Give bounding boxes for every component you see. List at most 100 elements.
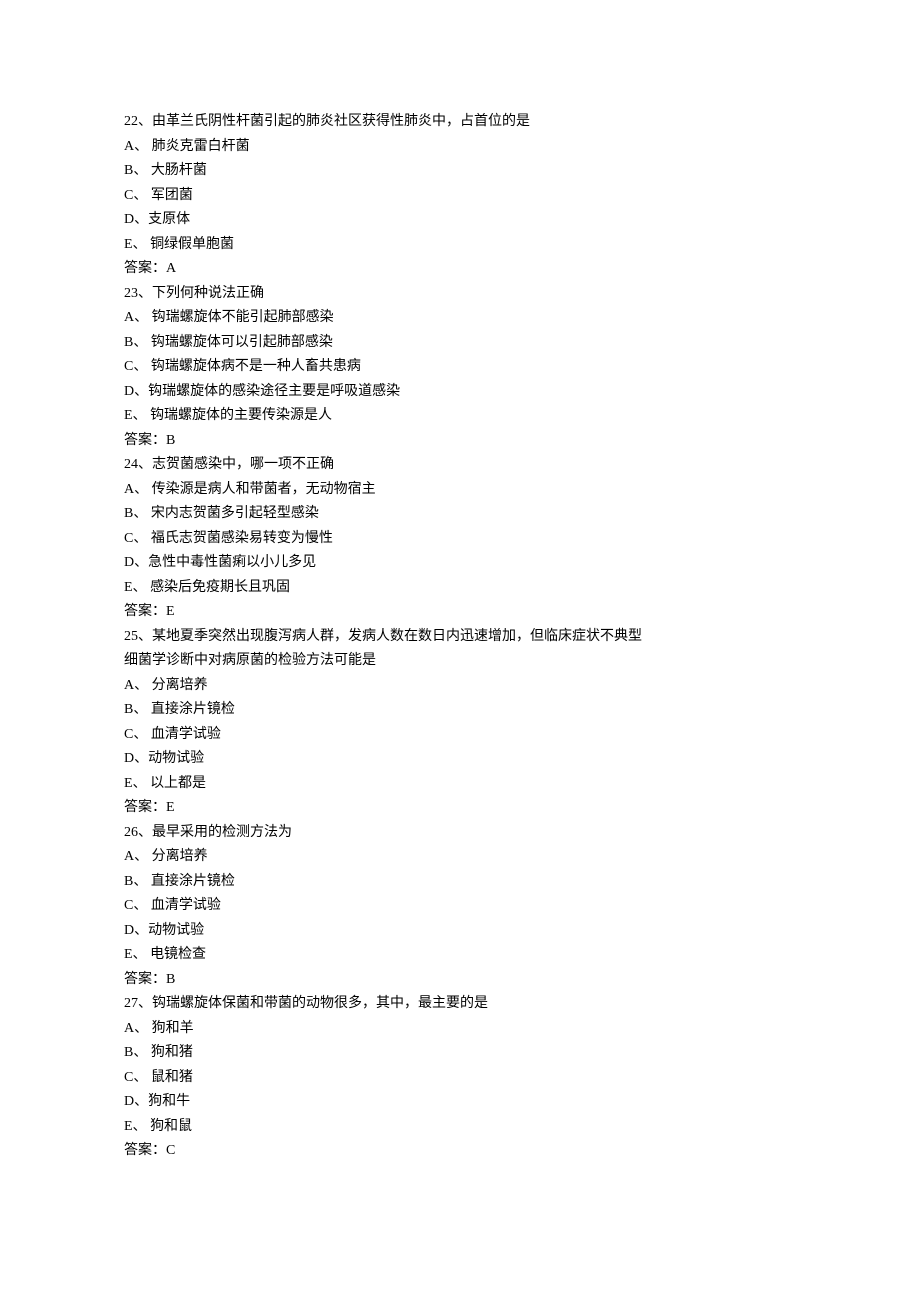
option-label: B、: [124, 1045, 151, 1060]
option-label: A、: [124, 139, 152, 154]
option-text: 以上都是: [150, 776, 206, 791]
option-c: C、 军团菌: [124, 184, 796, 209]
question-block: 26、最早采用的检测方法为 A、 分离培养 B、 直接涂片镜检 C、 血清学试验…: [124, 821, 796, 993]
option-label: E、: [124, 237, 150, 252]
question-block: 22、由革兰氏阴性杆菌引起的肺炎社区获得性肺炎中，占首位的是 A、 肺炎克雷白杆…: [124, 110, 796, 282]
answer-label: 答案：: [124, 604, 166, 619]
option-text: 狗和鼠: [150, 1119, 192, 1134]
option-text: 传染源是病人和带菌者，无动物宿主: [152, 482, 376, 497]
question-stem: 26、最早采用的检测方法为: [124, 821, 796, 846]
answer-value: E: [166, 800, 175, 815]
option-label: D、: [124, 555, 148, 570]
option-d: D、急性中毒性菌痢以小儿多见: [124, 551, 796, 576]
answer-value: E: [166, 604, 175, 619]
option-d: D、动物试验: [124, 747, 796, 772]
option-text: 电镜检查: [150, 947, 206, 962]
option-label: C、: [124, 188, 151, 203]
option-label: C、: [124, 727, 151, 742]
option-c: C、 钩瑞螺旋体病不是一种人畜共患病: [124, 355, 796, 380]
answer-label: 答案：: [124, 800, 166, 815]
option-b: B、 宋内志贺菌多引起轻型感染: [124, 502, 796, 527]
option-a: A、 狗和羊: [124, 1017, 796, 1042]
option-label: D、: [124, 1094, 148, 1109]
option-label: D、: [124, 212, 148, 227]
option-text: 肺炎克雷白杆菌: [152, 139, 250, 154]
option-c: C、 血清学试验: [124, 894, 796, 919]
option-text: 狗和羊: [152, 1021, 194, 1036]
option-b: B、 狗和猪: [124, 1041, 796, 1066]
question-stem: 24、志贺菌感染中，哪一项不正确: [124, 453, 796, 478]
option-label: A、: [124, 1021, 152, 1036]
option-text: 军团菌: [151, 188, 193, 203]
option-text: 大肠杆菌: [151, 163, 207, 178]
option-label: D、: [124, 384, 148, 399]
answer-value: B: [166, 433, 175, 448]
option-text: 血清学试验: [151, 727, 221, 742]
option-a: A、 分离培养: [124, 845, 796, 870]
question-stem: 25、某地夏季突然出现腹泻病人群，发病人数在数日内迅速增加，但临床症状不典型: [124, 625, 796, 650]
question-text-content: 下列何种说法正确: [152, 286, 264, 301]
option-label: A、: [124, 678, 152, 693]
option-text: 血清学试验: [151, 898, 221, 913]
option-label: A、: [124, 482, 152, 497]
option-text: 狗和猪: [151, 1045, 193, 1060]
answer-line: 答案：E: [124, 600, 796, 625]
option-text: 支原体: [148, 212, 190, 227]
option-d: D、动物试验: [124, 919, 796, 944]
option-e: E、 电镜检查: [124, 943, 796, 968]
question-number: 25、: [124, 629, 152, 644]
option-text: 狗和牛: [148, 1094, 190, 1109]
option-a: A、 传染源是病人和带菌者，无动物宿主: [124, 478, 796, 503]
answer-value: B: [166, 972, 175, 987]
question-stem: 27、钩瑞螺旋体保菌和带菌的动物很多，其中，最主要的是: [124, 992, 796, 1017]
answer-line: 答案：B: [124, 968, 796, 993]
option-text: 钩瑞螺旋体可以引起肺部感染: [151, 335, 333, 350]
option-text: 钩瑞螺旋体的主要传染源是人: [150, 408, 332, 423]
option-text: 钩瑞螺旋体不能引起肺部感染: [152, 310, 334, 325]
option-label: D、: [124, 751, 148, 766]
option-c: C、 鼠和猪: [124, 1066, 796, 1091]
option-label: E、: [124, 947, 150, 962]
option-label: E、: [124, 580, 150, 595]
option-label: E、: [124, 1119, 150, 1134]
option-e: E、 狗和鼠: [124, 1115, 796, 1140]
answer-line: 答案：C: [124, 1139, 796, 1164]
option-text: 铜绿假单胞菌: [150, 237, 234, 252]
question-number: 24、: [124, 457, 152, 472]
question-text-content: 钩瑞螺旋体保菌和带菌的动物很多，其中，最主要的是: [152, 996, 488, 1011]
question-number: 23、: [124, 286, 152, 301]
question-block: 23、下列何种说法正确 A、 钩瑞螺旋体不能引起肺部感染 B、 钩瑞螺旋体可以引…: [124, 282, 796, 454]
option-e: E、 铜绿假单胞菌: [124, 233, 796, 258]
option-b: B、 大肠杆菌: [124, 159, 796, 184]
document-content: 22、由革兰氏阴性杆菌引起的肺炎社区获得性肺炎中，占首位的是 A、 肺炎克雷白杆…: [124, 110, 796, 1164]
option-label: A、: [124, 310, 152, 325]
option-text: 动物试验: [148, 751, 204, 766]
question-number: 27、: [124, 996, 152, 1011]
question-number: 26、: [124, 825, 152, 840]
option-text: 分离培养: [152, 678, 208, 693]
option-text: 宋内志贺菌多引起轻型感染: [151, 506, 319, 521]
option-c: C、 血清学试验: [124, 723, 796, 748]
option-b: B、 直接涂片镜检: [124, 870, 796, 895]
question-stem-line2: 细菌学诊断中对病原菌的检验方法可能是: [124, 649, 796, 674]
option-d: D、支原体: [124, 208, 796, 233]
answer-line: 答案：A: [124, 257, 796, 282]
answer-value: A: [166, 261, 176, 276]
answer-label: 答案：: [124, 433, 166, 448]
answer-label: 答案：: [124, 1143, 166, 1158]
option-label: B、: [124, 506, 151, 521]
option-label: E、: [124, 408, 150, 423]
option-text: 钩瑞螺旋体病不是一种人畜共患病: [151, 359, 361, 374]
question-text-content: 某地夏季突然出现腹泻病人群，发病人数在数日内迅速增加，但临床症状不典型: [152, 629, 642, 644]
option-b: B、 直接涂片镜检: [124, 698, 796, 723]
question-text-content: 由革兰氏阴性杆菌引起的肺炎社区获得性肺炎中，占首位的是: [152, 114, 530, 129]
option-label: C、: [124, 359, 151, 374]
question-stem: 23、下列何种说法正确: [124, 282, 796, 307]
option-text: 钩瑞螺旋体的感染途径主要是呼吸道感染: [148, 384, 400, 399]
question-block: 27、钩瑞螺旋体保菌和带菌的动物很多，其中，最主要的是 A、 狗和羊 B、 狗和…: [124, 992, 796, 1164]
option-label: B、: [124, 163, 151, 178]
option-label: A、: [124, 849, 152, 864]
answer-line: 答案：E: [124, 796, 796, 821]
option-a: A、 钩瑞螺旋体不能引起肺部感染: [124, 306, 796, 331]
option-text: 福氏志贺菌感染易转变为慢性: [151, 531, 333, 546]
